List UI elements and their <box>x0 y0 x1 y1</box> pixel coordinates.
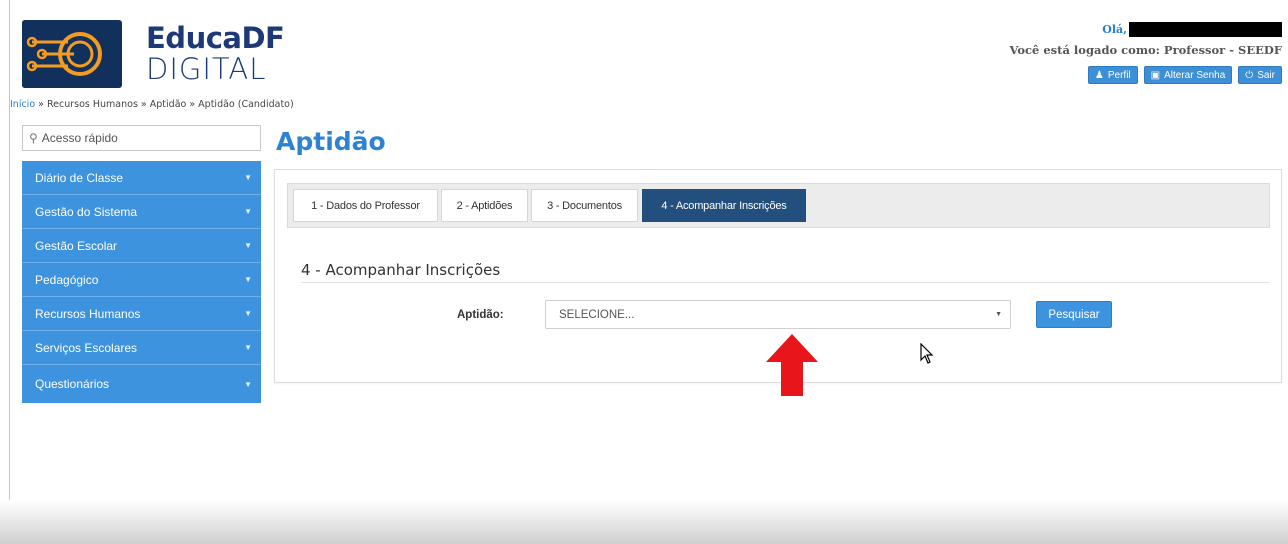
mouse-cursor-icon <box>920 343 934 364</box>
sidebar-item-label: Serviços Escolares <box>35 340 138 355</box>
caret-down-icon: ▼ <box>244 343 252 352</box>
breadcrumb-trail: » Recursos Humanos » Aptidão » Aptidão (… <box>35 99 294 110</box>
section-title: 4 - Acompanhar Inscrições <box>301 261 501 279</box>
logout-label: Sair <box>1257 69 1275 81</box>
lock-icon: ▣ <box>1150 69 1161 81</box>
redacted-username <box>1129 22 1282 37</box>
aptidao-select[interactable]: SELECIONE... ▼ <box>545 300 1011 329</box>
caret-down-icon: ▼ <box>244 207 252 216</box>
greeting-text: Olá, <box>1102 23 1127 36</box>
section-divider <box>301 282 1269 283</box>
change-password-button[interactable]: ▣ Alterar Senha <box>1143 66 1233 84</box>
tab-acompanhar-inscricoes[interactable]: 4 - Acompanhar Inscrições <box>642 189 806 222</box>
quick-access-search[interactable]: ⚲ Acesso rápido <box>22 125 261 151</box>
sidebar-item-gestao-escolar[interactable]: Gestão Escolar ▼ <box>22 229 261 263</box>
page-title: Aptidão <box>276 127 386 156</box>
sidebar-item-label: Questionários <box>35 377 110 391</box>
tab-aptidoes[interactable]: 2 - Aptidões <box>441 189 528 222</box>
caret-down-icon: ▼ <box>244 241 252 250</box>
user-icon: ♟ <box>1094 69 1104 81</box>
caret-down-icon: ▼ <box>244 379 252 389</box>
red-up-arrow-icon <box>766 334 818 396</box>
change-password-label: Alterar Senha <box>1164 69 1226 81</box>
user-area: Olá, Você está logado como: Professor - … <box>1009 22 1283 84</box>
profile-button-label: Perfil <box>1107 69 1131 81</box>
sidebar-item-label: Diário de Classe <box>35 170 124 185</box>
left-border <box>9 0 10 544</box>
sidebar-item-pedagogico[interactable]: Pedagógico ▼ <box>22 263 261 297</box>
search-icon: ⚲ <box>29 131 38 145</box>
logged-as-text: Você está logado como: Professor - SEEDF <box>1009 43 1283 57</box>
sidebar-item-recursos-humanos[interactable]: Recursos Humanos ▼ <box>22 297 261 331</box>
circuit-logo-icon <box>22 20 122 88</box>
breadcrumb: Início » Recursos Humanos » Aptidão » Ap… <box>10 99 294 110</box>
bottom-fade <box>0 500 1288 544</box>
sidebar-item-label: Gestão Escolar <box>35 238 118 253</box>
educadf-logo[interactable]: EducaDF DIGITAL <box>22 20 285 88</box>
sidebar-item-gestao-do-sistema[interactable]: Gestão do Sistema ▼ <box>22 195 261 229</box>
tab-documentos[interactable]: 3 - Documentos <box>531 189 638 222</box>
sidebar-item-diario-de-classe[interactable]: Diário de Classe ▼ <box>22 161 261 195</box>
aptidao-select-value: SELECIONE... <box>559 308 635 321</box>
caret-down-icon: ▼ <box>244 275 252 284</box>
power-icon: ⏻ <box>1245 69 1254 81</box>
caret-down-icon: ▼ <box>244 173 252 182</box>
aptidao-label: Aptidão: <box>457 309 504 321</box>
tab-bar: 1 - Dados do Professor 2 - Aptidões 3 - … <box>287 183 1270 228</box>
logout-button[interactable]: ⏻ Sair <box>1238 66 1282 84</box>
sidebar-item-servicos-escolares[interactable]: Serviços Escolares ▼ <box>22 331 261 365</box>
sidebar-menu: Diário de Classe ▼ Gestão do Sistema ▼ G… <box>22 161 261 403</box>
profile-button[interactable]: ♟ Perfil <box>1087 66 1138 84</box>
caret-down-icon: ▼ <box>244 309 252 318</box>
sidebar-item-label: Gestão do Sistema <box>35 204 138 219</box>
sidebar-item-label: Pedagógico <box>35 272 99 287</box>
sidebar-item-label: Recursos Humanos <box>35 306 141 321</box>
tab-dados-do-professor[interactable]: 1 - Dados do Professor <box>293 189 438 222</box>
sidebar-item-questionarios[interactable]: Questionários ▼ <box>22 365 261 403</box>
breadcrumb-home-link[interactable]: Início <box>10 99 35 110</box>
search-button[interactable]: Pesquisar <box>1036 301 1112 328</box>
logo-subtitle-text: DIGITAL <box>146 52 267 86</box>
logo-brand-text: EducaDF <box>146 21 285 55</box>
chevron-down-icon: ▼ <box>995 311 1002 318</box>
quick-access-placeholder: Acesso rápido <box>41 131 118 145</box>
